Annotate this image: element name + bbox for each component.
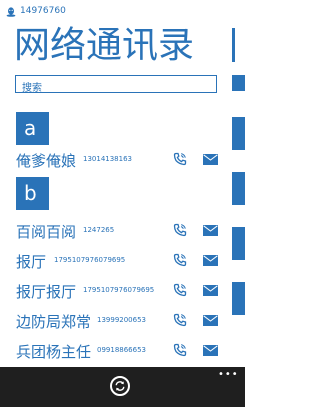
contact-name[interactable]: 边防局郑常: [16, 311, 91, 332]
envelope-icon[interactable]: [203, 345, 218, 356]
peek-block: [232, 172, 245, 205]
phone-call-icon[interactable]: [173, 223, 187, 237]
contact-name[interactable]: 俺爹俺娘: [16, 150, 76, 171]
group-header-b[interactable]: b: [16, 177, 49, 210]
phone-call-icon[interactable]: [173, 343, 187, 357]
contact-phone: 1247265: [83, 226, 115, 234]
group-letter: a: [24, 116, 37, 140]
contact-phone: 09918866653: [97, 346, 146, 354]
contact-phone: 1795107976079695: [83, 286, 155, 294]
group-header-a[interactable]: a: [16, 112, 49, 145]
sync-icon: [115, 381, 125, 391]
peek-title-fragment: [232, 28, 241, 62]
next-panel-peek[interactable]: [232, 22, 245, 367]
account-id: 14976760: [20, 6, 66, 16]
status-bar: 14976760: [0, 0, 245, 22]
contact-name[interactable]: 兵团杨主任: [16, 341, 91, 362]
contact-row[interactable]: 报厅 1795107976079695: [0, 248, 232, 278]
contact-name[interactable]: 报厅: [16, 251, 46, 272]
contact-phone: 13014138163: [83, 155, 132, 163]
phone-call-icon[interactable]: [173, 253, 187, 267]
contact-row[interactable]: 百阅百阅 1247265: [0, 218, 232, 248]
envelope-icon[interactable]: [203, 225, 218, 236]
peek-block: [232, 117, 245, 150]
phone-call-icon[interactable]: [173, 152, 187, 166]
search-input[interactable]: [16, 80, 216, 97]
qq-penguin-icon: [6, 7, 16, 17]
phone-call-icon[interactable]: [173, 283, 187, 297]
contact-name[interactable]: 报厅报厅: [16, 281, 76, 302]
envelope-icon[interactable]: [203, 255, 218, 266]
peek-block: [232, 282, 245, 315]
more-options-icon[interactable]: •••: [218, 369, 239, 380]
contact-row[interactable]: 边防局郑常 13999200653: [0, 308, 232, 338]
page-title: 网络通讯录: [14, 25, 195, 66]
contact-row[interactable]: 俺爹俺娘 13014138163: [0, 147, 232, 177]
search-box[interactable]: [15, 75, 217, 97]
contact-row[interactable]: 兵团杨主任 09918866653: [0, 338, 232, 368]
envelope-icon[interactable]: [203, 285, 218, 296]
envelope-icon[interactable]: [203, 315, 218, 326]
contact-name[interactable]: 百阅百阅: [16, 221, 76, 242]
app-bar: •••: [0, 367, 245, 407]
contact-phone: 1795107976079695: [54, 256, 126, 264]
group-letter: b: [24, 181, 37, 205]
contact-phone: 13999200653: [97, 316, 146, 324]
phone-call-icon[interactable]: [173, 313, 187, 327]
peek-block: [232, 227, 245, 260]
contact-row[interactable]: 报厅报厅 1795107976079695: [0, 278, 232, 308]
envelope-icon[interactable]: [203, 154, 218, 165]
peek-block: [232, 75, 245, 91]
sync-button[interactable]: [110, 376, 130, 396]
